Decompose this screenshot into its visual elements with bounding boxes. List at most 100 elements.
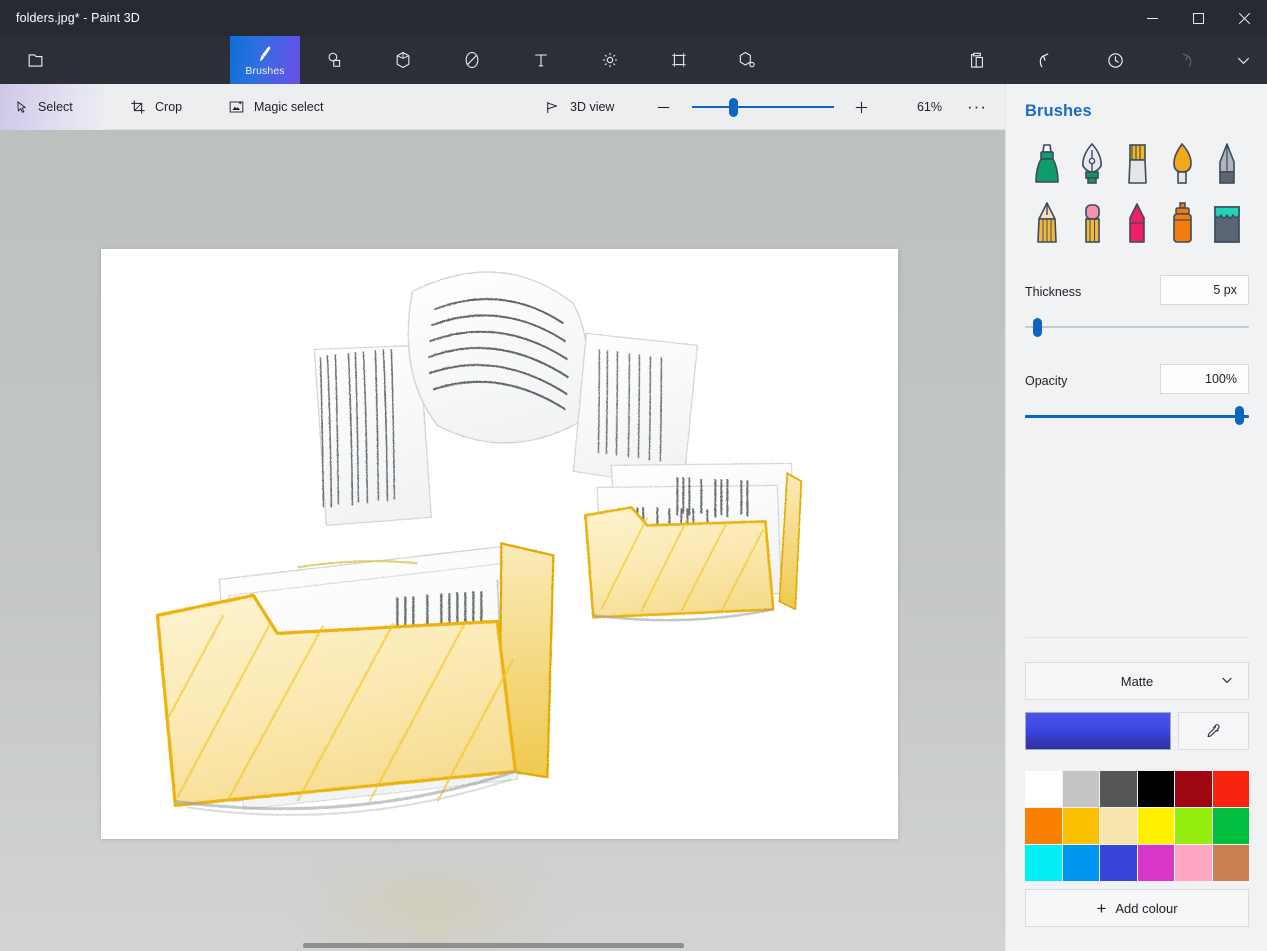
zoom-slider-thumb[interactable] bbox=[729, 98, 738, 117]
brush-calligraphy-pen[interactable] bbox=[1069, 137, 1114, 192]
current-colour-swatch[interactable] bbox=[1025, 712, 1171, 750]
ribbon-tab-shapes-3d[interactable] bbox=[382, 36, 424, 84]
opacity-slider-thumb[interactable] bbox=[1235, 406, 1244, 425]
ribbon-tab-canvas[interactable] bbox=[658, 36, 700, 84]
close-button[interactable] bbox=[1221, 0, 1267, 36]
maximize-icon bbox=[1192, 12, 1204, 24]
thickness-slider-track[interactable] bbox=[1025, 326, 1249, 328]
ribbon-tab-stickers[interactable] bbox=[451, 36, 493, 84]
more-options-button[interactable]: ··· bbox=[960, 84, 994, 130]
opacity-label: Opacity bbox=[1025, 374, 1068, 388]
swatch-green[interactable] bbox=[1212, 808, 1249, 844]
history-icon bbox=[1107, 52, 1123, 68]
opacity-value[interactable]: 100% bbox=[1160, 364, 1249, 394]
crop-tool-label: Crop bbox=[155, 100, 183, 114]
swatch-indigo[interactable] bbox=[1100, 845, 1137, 881]
zoom-out-button[interactable] bbox=[648, 84, 678, 130]
add-colour-button[interactable]: + Add colour bbox=[1025, 889, 1249, 927]
expand-ribbon-button[interactable] bbox=[1222, 36, 1264, 84]
oil-brush-icon bbox=[1128, 143, 1147, 184]
eyedropper-button[interactable] bbox=[1178, 712, 1249, 750]
window-title: folders.jpg* - Paint 3D bbox=[16, 11, 140, 25]
crayon-brush-icon bbox=[1129, 202, 1145, 243]
fill-bucket-brush-icon bbox=[1214, 205, 1241, 243]
title-bar: folders.jpg* - Paint 3D bbox=[0, 0, 1267, 36]
zoom-percent-label: 61% bbox=[916, 100, 942, 114]
brush-marker[interactable] bbox=[1024, 137, 1069, 192]
eyedropper-icon bbox=[1207, 723, 1220, 737]
thickness-value[interactable]: 5 px bbox=[1160, 275, 1249, 305]
paste-button[interactable] bbox=[956, 36, 998, 84]
calligraphy-pen-brush-icon bbox=[1081, 142, 1102, 184]
vertical-scrollbar[interactable] bbox=[988, 130, 1002, 951]
brush-watercolour[interactable] bbox=[1160, 137, 1205, 192]
view-3d-button[interactable]: 3D view bbox=[530, 84, 640, 130]
swatch-cream[interactable] bbox=[1100, 808, 1137, 844]
undo-button[interactable] bbox=[1025, 36, 1067, 84]
minimize-button[interactable] bbox=[1129, 0, 1175, 36]
swatch-blue[interactable] bbox=[1062, 845, 1099, 881]
material-dropdown[interactable]: Matte bbox=[1025, 662, 1249, 700]
plus-icon bbox=[855, 101, 867, 113]
cursor-icon bbox=[14, 100, 29, 115]
redo-button[interactable] bbox=[1163, 36, 1205, 84]
brush-spray-can[interactable] bbox=[1160, 196, 1205, 251]
colour-palette bbox=[1025, 771, 1249, 881]
select-tool-button[interactable]: Select bbox=[0, 84, 105, 130]
canvas-icon bbox=[672, 53, 686, 67]
window-controls bbox=[1129, 0, 1267, 36]
brush-pencil[interactable] bbox=[1024, 196, 1069, 251]
ribbon-tab-effects[interactable] bbox=[589, 36, 631, 84]
menu-button[interactable] bbox=[14, 36, 56, 84]
swatch-lime[interactable] bbox=[1175, 808, 1212, 844]
ribbon-tab-brushes[interactable]: Brushes bbox=[230, 36, 300, 84]
swatch-brown[interactable] bbox=[1212, 845, 1249, 881]
brush-eraser[interactable] bbox=[1069, 196, 1114, 251]
redo-icon bbox=[1182, 52, 1191, 67]
library-3d-icon bbox=[739, 51, 755, 68]
horizontal-scrollbar-thumb[interactable] bbox=[303, 943, 684, 948]
crop-tool-button[interactable]: Crop bbox=[116, 84, 212, 130]
swatch-light-grey[interactable] bbox=[1062, 771, 1099, 807]
ribbon-tab-3d-library[interactable] bbox=[726, 36, 768, 84]
brush-oil[interactable] bbox=[1114, 137, 1159, 192]
opacity-slider-track[interactable] bbox=[1025, 415, 1249, 418]
shapes-2d-icon bbox=[328, 52, 341, 67]
watercolour-brush-icon bbox=[1173, 142, 1192, 184]
thickness-slider-thumb[interactable] bbox=[1033, 318, 1042, 337]
swatch-black[interactable] bbox=[1137, 771, 1174, 807]
swatch-white[interactable] bbox=[1025, 771, 1062, 807]
canvas-stage[interactable] bbox=[0, 130, 1005, 951]
swatch-yellow[interactable] bbox=[1137, 808, 1174, 844]
brush-fill-bucket[interactable] bbox=[1205, 196, 1250, 251]
drawing-canvas[interactable] bbox=[101, 249, 898, 839]
chevron-down-icon bbox=[1220, 673, 1234, 690]
maximize-button[interactable] bbox=[1175, 0, 1221, 36]
undo-icon bbox=[1039, 52, 1048, 67]
canvas-drop-reflection bbox=[300, 865, 560, 951]
zoom-in-button[interactable] bbox=[846, 84, 876, 130]
view-3d-icon bbox=[544, 100, 561, 115]
history-button[interactable] bbox=[1094, 36, 1136, 84]
zoom-slider-track[interactable] bbox=[692, 106, 834, 108]
swatch-magenta[interactable] bbox=[1137, 845, 1174, 881]
panel-title: Brushes bbox=[1025, 102, 1092, 120]
brush-icon bbox=[259, 46, 271, 61]
brush-pixel-pen[interactable] bbox=[1205, 137, 1250, 192]
swatch-orange[interactable] bbox=[1025, 808, 1062, 844]
swatch-amber[interactable] bbox=[1062, 808, 1099, 844]
swatch-red[interactable] bbox=[1212, 771, 1249, 807]
magic-select-button[interactable]: Magic select bbox=[214, 84, 349, 130]
magic-select-label: Magic select bbox=[254, 100, 324, 114]
swatch-dark-grey[interactable] bbox=[1100, 771, 1137, 807]
swatch-cyan[interactable] bbox=[1025, 845, 1062, 881]
ribbon-tab-text[interactable] bbox=[520, 36, 562, 84]
ribbon-tab-brushes-label: Brushes bbox=[245, 64, 285, 77]
swatch-pink[interactable] bbox=[1175, 845, 1212, 881]
pencil-brush-icon bbox=[1036, 201, 1057, 243]
ribbon-tab-shapes-2d[interactable] bbox=[314, 36, 356, 84]
artwork-folders-sketch bbox=[101, 249, 898, 839]
main-toolbar: Brushes bbox=[0, 36, 1267, 84]
brush-crayon[interactable] bbox=[1114, 196, 1159, 251]
swatch-dark-red[interactable] bbox=[1175, 771, 1212, 807]
